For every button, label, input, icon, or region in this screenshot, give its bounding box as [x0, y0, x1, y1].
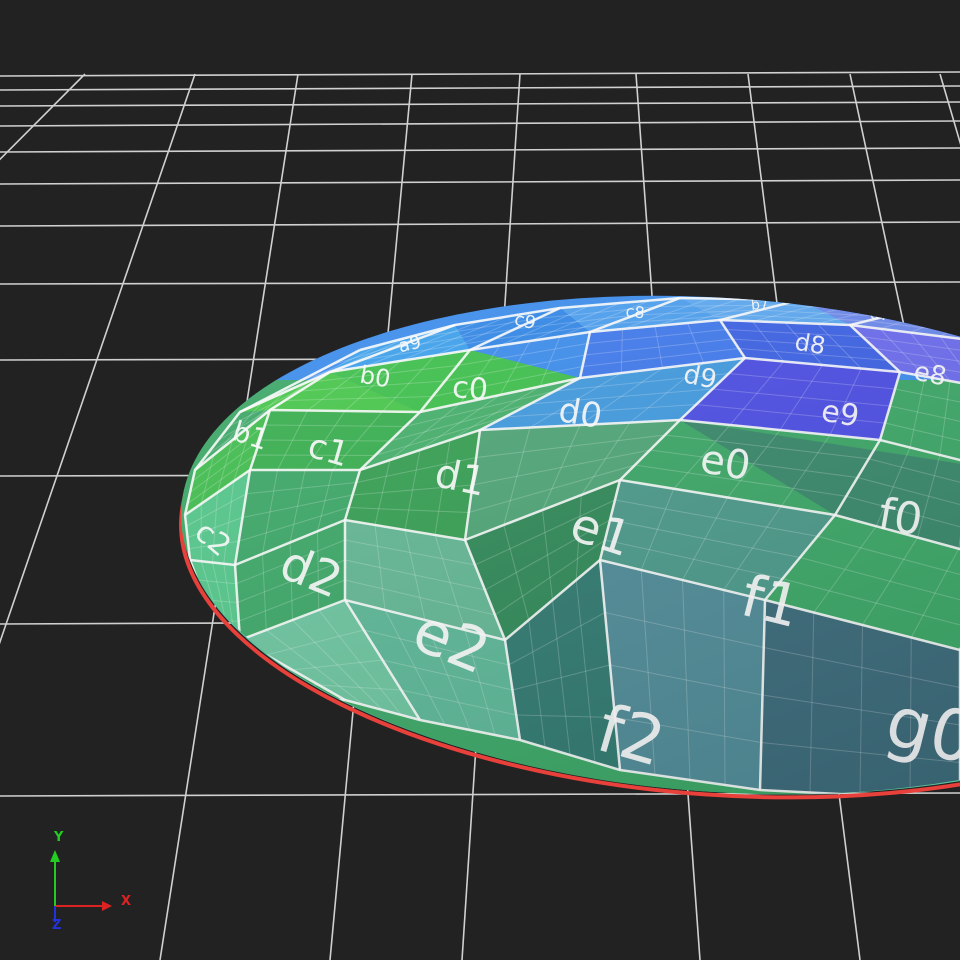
grid-line-v: [0, 73, 86, 161]
x-axis-arrow-icon: [102, 901, 112, 911]
grid-line-v: [0, 73, 196, 645]
z-axis-label: Z: [52, 918, 61, 933]
y-axis-arrow-icon: [50, 850, 60, 862]
grid-line-h: [0, 281, 960, 285]
grid-line-h: [0, 101, 960, 107]
grid-line-h: [0, 179, 960, 185]
grid-line-h: [0, 85, 960, 91]
grid-line-h: [0, 120, 960, 127]
disc-object[interactable]: b0b1c2c0c1d2c9c8d0d1e2d9d8d7e0e1f2e9e8f0…: [150, 261, 960, 832]
disc-top-surface: b0b1c2c0c1d2c9c8d0d1e2d9d8d7e0e1f2e9e8f0…: [164, 280, 960, 820]
grid-line-h: [0, 147, 960, 153]
grid-line-h: [0, 71, 960, 77]
y-axis-label: Y: [53, 830, 64, 845]
axes-gizmo: Y X Z: [50, 830, 131, 933]
x-axis-label: X: [121, 894, 131, 909]
scene-canvas[interactable]: b0b1c2c0c1d2c9c8d0d1e2d9d8d7e0e1f2e9e8f0…: [0, 0, 960, 960]
3d-viewport[interactable]: b0b1c2c0c1d2c9c8d0d1e2d9d8d7e0e1f2e9e8f0…: [0, 0, 960, 960]
